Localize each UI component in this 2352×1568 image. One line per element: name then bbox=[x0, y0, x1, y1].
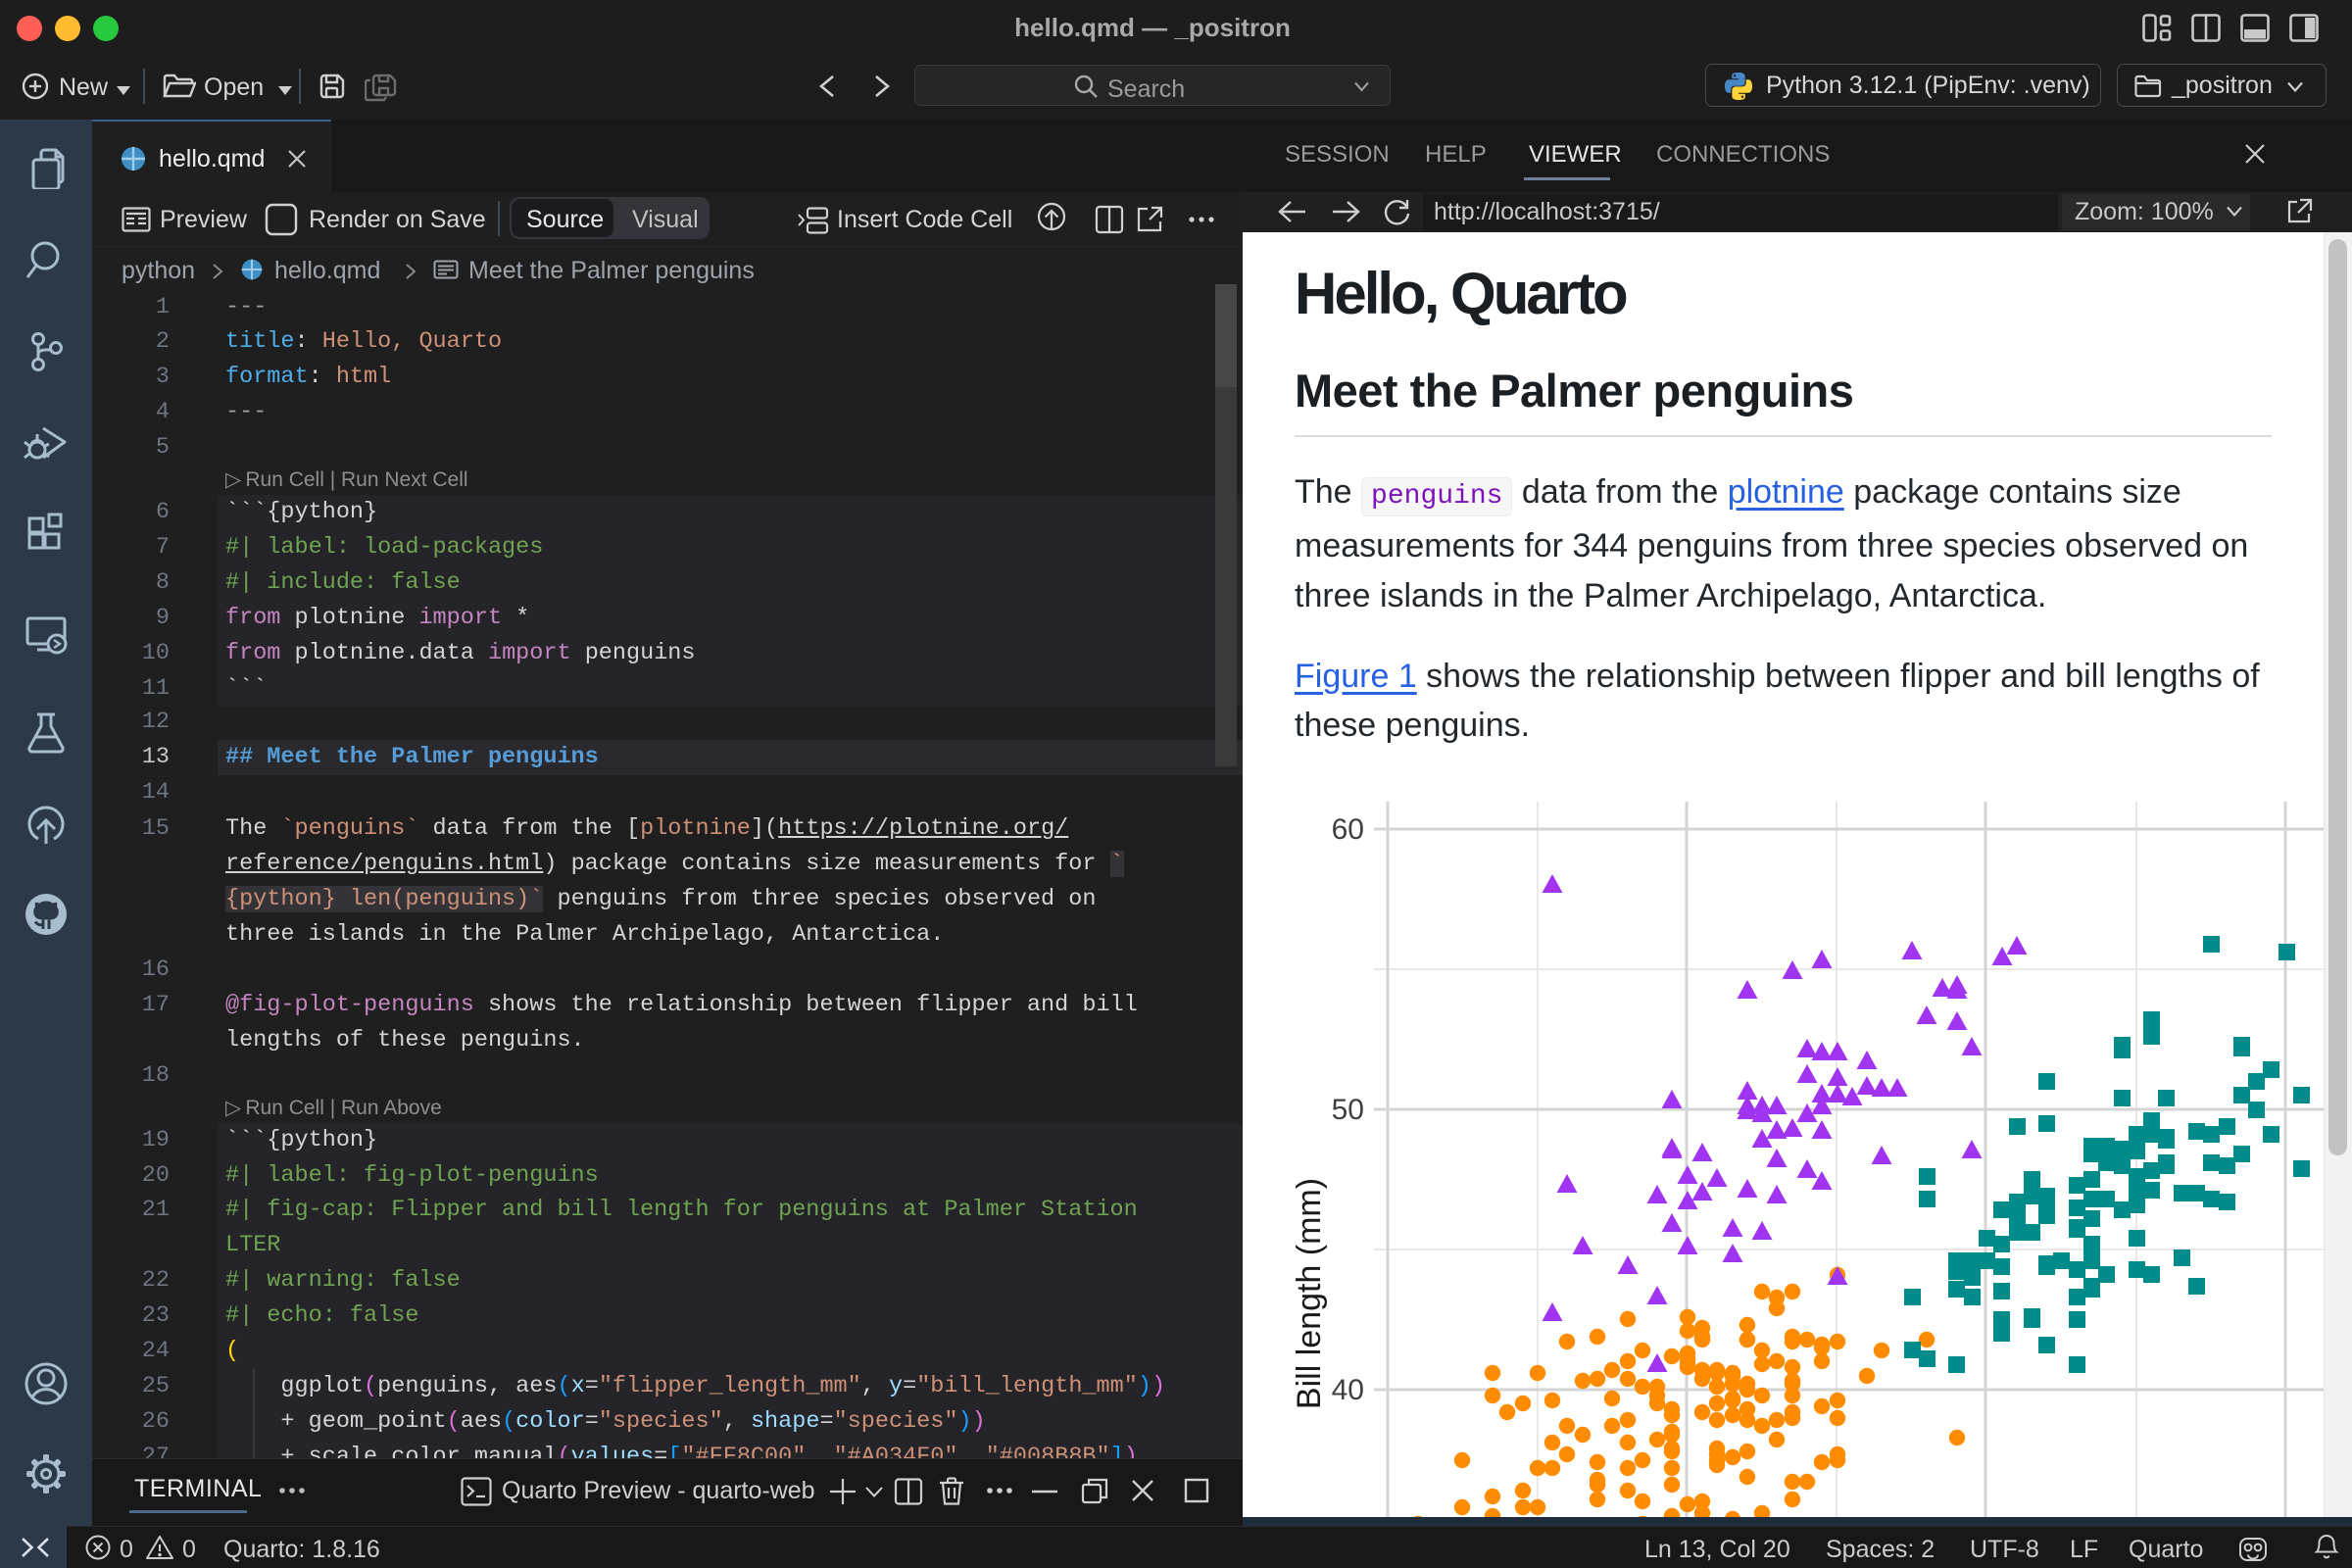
svg-text:50: 50 bbox=[1332, 1094, 1364, 1126]
svg-text:40: 40 bbox=[1332, 1374, 1364, 1406]
svg-text:Bill length (mm): Bill length (mm) bbox=[1291, 1178, 1328, 1409]
svg-text:60: 60 bbox=[1332, 813, 1364, 846]
